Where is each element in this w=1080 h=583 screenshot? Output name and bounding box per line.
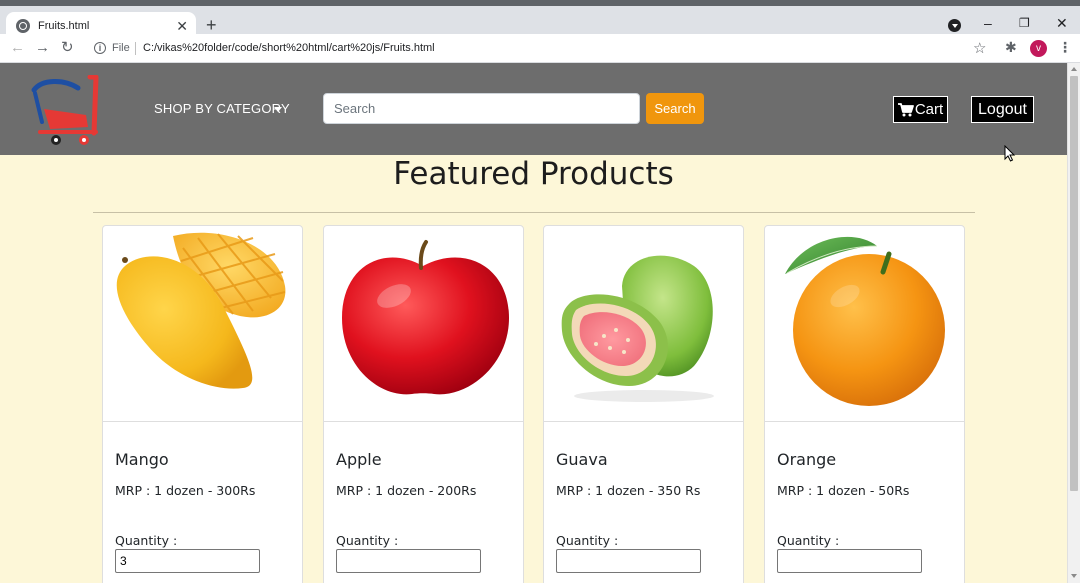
shop-by-category-dropdown[interactable]: SHOP BY CATEGORY (154, 101, 290, 116)
product-name: Apple (336, 450, 382, 469)
quantity-input[interactable] (336, 549, 481, 573)
search-button[interactable]: Search (646, 93, 704, 124)
quantity-label: Quantity : (777, 533, 840, 548)
cart-icon (897, 102, 914, 116)
orange-image (785, 236, 945, 406)
url-separator (135, 42, 136, 55)
forward-icon[interactable]: → (35, 40, 50, 55)
profile-avatar[interactable]: v (1030, 40, 1047, 57)
product-name: Guava (556, 450, 608, 469)
quantity-label: Quantity : (336, 533, 399, 548)
scroll-down-icon[interactable] (1071, 574, 1077, 578)
mango-image (116, 232, 286, 389)
product-image (324, 226, 523, 422)
product-image (103, 226, 302, 422)
product-card-guava: Guava MRP : 1 dozen - 350 Rs Quantity : (543, 225, 744, 583)
title-divider (93, 212, 975, 213)
reload-icon[interactable]: ↻ (61, 40, 74, 55)
page-scrollbar[interactable] (1067, 63, 1080, 583)
product-price: MRP : 1 dozen - 50Rs (777, 483, 910, 498)
close-window-icon[interactable]: ✕ (1056, 16, 1068, 30)
scrollbar-thumb[interactable] (1070, 76, 1078, 491)
scroll-up-icon[interactable] (1071, 67, 1077, 71)
product-card-mango: Mango MRP : 1 dozen - 300Rs Quantity : (102, 225, 303, 583)
minimize-icon[interactable]: – (984, 16, 992, 30)
product-name: Orange (777, 450, 837, 469)
cart-label: Cart (914, 101, 944, 118)
product-price: MRP : 1 dozen - 200Rs (336, 483, 477, 498)
file-scheme-label: File (112, 42, 130, 54)
back-icon[interactable]: ← (10, 40, 25, 55)
guava-image (561, 255, 714, 402)
search-input[interactable] (323, 93, 640, 124)
product-price: MRP : 1 dozen - 300Rs (115, 483, 256, 498)
tab-strip: Fruits.html ✕ + – ❐ ✕ (0, 6, 1080, 40)
browser-menu-icon[interactable]: ⋮ (1058, 39, 1072, 56)
product-card-apple: Apple MRP : 1 dozen - 200Rs Quantity : (323, 225, 524, 583)
address-bar[interactable]: C:/vikas%20folder/code/short%20html/cart… (143, 42, 435, 54)
cart-button[interactable]: Cart (893, 96, 948, 123)
globe-icon (16, 19, 30, 33)
close-tab-icon[interactable]: ✕ (176, 19, 188, 33)
browser-toolbar: ← → ↻ i File C:/vikas%20folder/code/shor… (0, 34, 1080, 63)
info-icon[interactable]: i (94, 42, 106, 54)
quantity-label: Quantity : (556, 533, 619, 548)
new-tab-icon[interactable]: + (206, 16, 217, 34)
logout-button[interactable]: Logout (971, 96, 1034, 123)
product-image (765, 226, 964, 422)
quantity-input[interactable] (115, 549, 260, 573)
cart-logo[interactable] (28, 74, 103, 147)
quantity-label: Quantity : (115, 533, 178, 548)
product-name: Mango (115, 450, 169, 469)
restore-icon[interactable]: ❐ (1019, 17, 1030, 29)
quantity-input[interactable] (556, 549, 701, 573)
product-price: MRP : 1 dozen - 350 Rs (556, 483, 701, 498)
product-card-orange: Orange MRP : 1 dozen - 50Rs Quantity : (764, 225, 965, 583)
media-control-icon[interactable] (948, 19, 961, 32)
bookmark-star-icon[interactable]: ☆ (973, 39, 986, 57)
product-image (544, 226, 743, 422)
page-title: Featured Products (393, 156, 674, 192)
chevron-down-icon (274, 107, 282, 112)
extensions-icon[interactable]: ✱ (1005, 39, 1017, 56)
quantity-input[interactable] (777, 549, 922, 573)
apple-image (342, 240, 509, 395)
tab-title: Fruits.html (38, 20, 90, 32)
site-navbar: SHOP BY CATEGORY Search Cart Logout (0, 63, 1067, 155)
